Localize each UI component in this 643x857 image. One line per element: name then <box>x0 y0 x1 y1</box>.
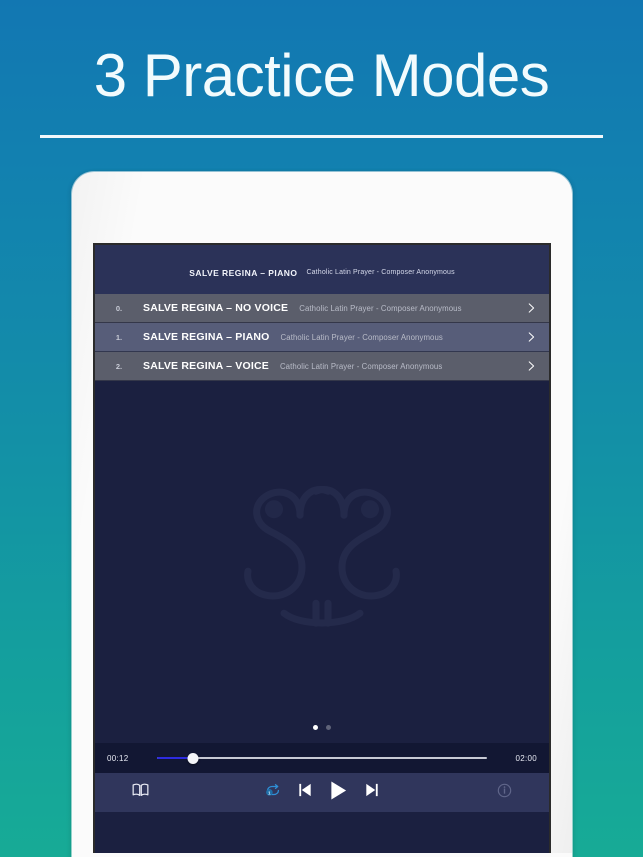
track-title: SALVE REGINA – VOICE <box>143 360 269 372</box>
info-icon[interactable] <box>497 783 512 803</box>
score-viewport[interactable] <box>95 381 549 743</box>
now-playing-subtitle: Catholic Latin Prayer - Composer Anonymo… <box>306 269 455 276</box>
progress-slider[interactable] <box>157 751 487 765</box>
track-subtitle: Catholic Latin Prayer - Composer Anonymo… <box>280 332 443 342</box>
tablet-screen: SALVE REGINA – PIANO Catholic Latin Pray… <box>95 245 549 853</box>
page-title: 3 Practice Modes <box>93 42 550 109</box>
sr-monogram-watermark-icon <box>244 486 400 627</box>
playback-scrubber-bar: 00:12 02:00 <box>95 743 549 773</box>
headline-divider <box>40 135 603 138</box>
tablet-device-frame: SALVE REGINA – PIANO Catholic Latin Pray… <box>72 172 572 857</box>
promo-headline-wrap: 3 Practice Modes <box>0 44 643 107</box>
page-dot-active[interactable] <box>313 725 318 730</box>
next-track-icon[interactable] <box>365 782 379 803</box>
svg-text:1: 1 <box>268 790 271 796</box>
list-item[interactable]: 1. SALVE REGINA – PIANO Catholic Latin P… <box>95 323 549 352</box>
transport-bar: 1 <box>95 773 549 812</box>
progress-thumb[interactable] <box>187 752 199 764</box>
track-title: SALVE REGINA – PIANO <box>143 331 270 343</box>
track-subtitle: Catholic Latin Prayer - Composer Anonymo… <box>279 361 443 371</box>
list-item[interactable]: 0. SALVE REGINA – NO VOICE Catholic Lati… <box>95 294 549 323</box>
previous-track-icon[interactable] <box>298 782 312 803</box>
track-subtitle: Catholic Latin Prayer - Composer Anonymo… <box>299 303 462 313</box>
progress-track <box>157 757 487 759</box>
track-title: SALVE REGINA – NO VOICE <box>143 302 289 314</box>
page-dot[interactable] <box>326 725 331 730</box>
track-index: 0. <box>115 303 123 313</box>
play-icon[interactable] <box>329 780 348 806</box>
duration-time: 02:00 <box>515 753 537 763</box>
list-item[interactable]: 2. SALVE REGINA – VOICE Catholic Latin P… <box>95 352 549 381</box>
elapsed-time: 00:12 <box>107 753 129 763</box>
repeat-one-icon[interactable]: 1 <box>265 783 281 802</box>
tablet-bottom-bezel <box>72 853 572 857</box>
chevron-right-icon[interactable] <box>526 303 537 314</box>
practice-mode-list: 0. SALVE REGINA – NO VOICE Catholic Lati… <box>95 294 549 381</box>
page-indicator <box>95 725 549 730</box>
book-icon[interactable] <box>132 783 149 802</box>
app-header: SALVE REGINA – PIANO Catholic Latin Pray… <box>95 245 549 294</box>
track-index: 1. <box>115 332 123 342</box>
track-index: 2. <box>115 361 123 371</box>
now-playing-title: SALVE REGINA – PIANO <box>189 267 298 278</box>
transport-controls: 1 <box>95 780 549 806</box>
chevron-right-icon[interactable] <box>526 332 537 343</box>
chevron-right-icon[interactable] <box>526 361 537 372</box>
